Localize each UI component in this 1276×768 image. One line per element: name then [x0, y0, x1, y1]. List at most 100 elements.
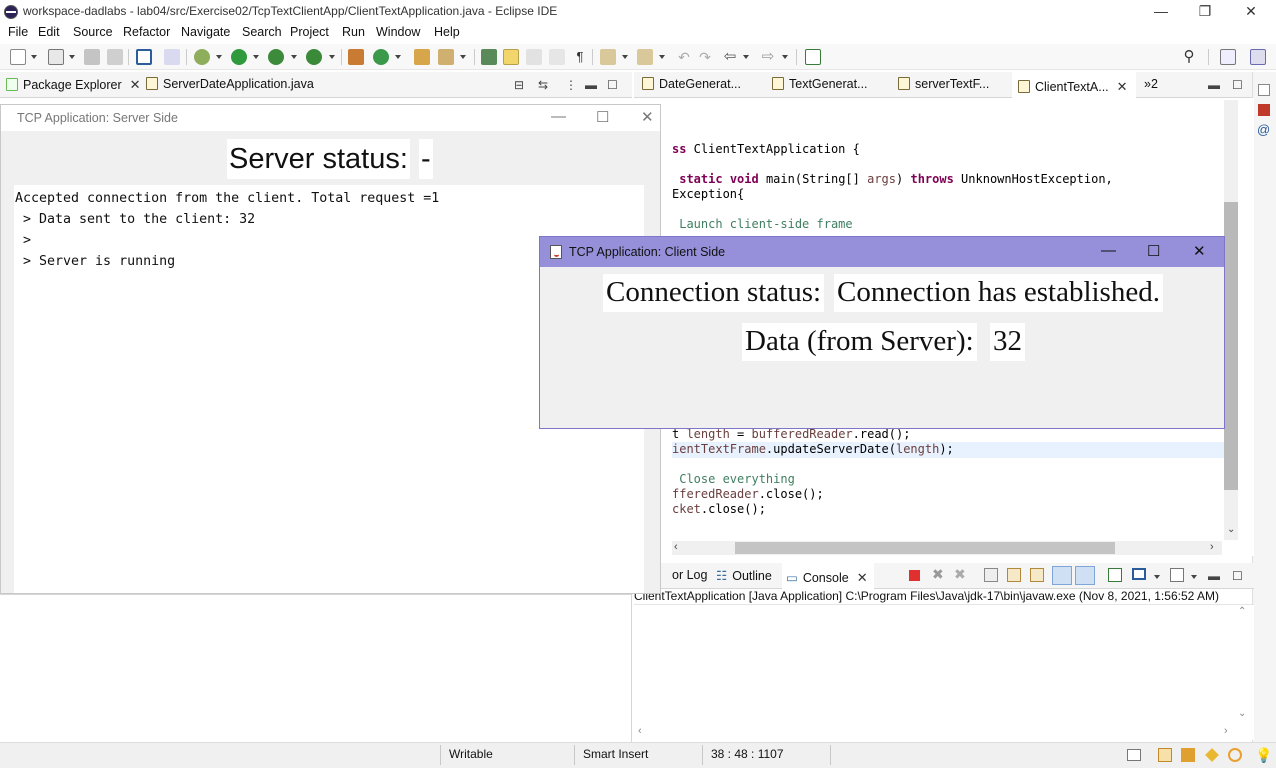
maximize-editor-icon[interactable]: ☐: [1232, 78, 1243, 92]
debug-icon[interactable]: [194, 49, 210, 65]
open-perspective-icon[interactable]: [1220, 49, 1236, 65]
display-console-dropdown-icon[interactable]: [1154, 575, 1160, 579]
remove-all-launches-icon[interactable]: ✖: [954, 566, 966, 583]
tutorial-icon[interactable]: [1181, 748, 1195, 762]
console-scroll-right-icon[interactable]: ›: [1224, 725, 1228, 737]
restore-button[interactable]: ❐: [1182, 0, 1228, 24]
show-on-stderr-icon[interactable]: [1075, 566, 1095, 585]
forward-icon[interactable]: ⇨: [760, 49, 776, 65]
back-icon[interactable]: ⇦: [722, 49, 738, 65]
scroll-right-icon[interactable]: ›: [1210, 541, 1214, 553]
minimize-console-icon[interactable]: ▬: [1208, 569, 1220, 583]
editor-vertical-scroll-thumb[interactable]: [1224, 202, 1238, 490]
tab-server-text-frame[interactable]: serverTextF...: [898, 72, 989, 98]
menu-edit[interactable]: Edit: [38, 25, 60, 39]
forward-dropdown-icon[interactable]: [782, 55, 788, 59]
menu-source[interactable]: Source: [73, 25, 113, 39]
tab-outline[interactable]: ☷ Outline: [716, 563, 772, 589]
next-annotation-dropdown-icon[interactable]: [622, 55, 628, 59]
search-icon[interactable]: ⚲: [1181, 49, 1197, 65]
search-dropdown-icon[interactable]: [460, 55, 466, 59]
save-all-icon[interactable]: [107, 49, 123, 65]
word-wrap-icon[interactable]: [549, 49, 565, 65]
debug-dropdown-icon[interactable]: [216, 55, 222, 59]
close-icon[interactable]: ✕: [1117, 79, 1128, 94]
client-minimize-button[interactable]: —: [1101, 242, 1116, 259]
scroll-lock-icon[interactable]: [1007, 568, 1021, 582]
menu-run[interactable]: Run: [342, 25, 365, 39]
menu-search[interactable]: Search: [242, 25, 282, 39]
block-selection-icon[interactable]: [526, 49, 542, 65]
minimize-button[interactable]: —: [1138, 0, 1184, 24]
clear-console-icon[interactable]: [984, 568, 998, 582]
new-class-icon[interactable]: [373, 49, 389, 65]
book-icon[interactable]: [1158, 748, 1172, 762]
new-java-project-icon[interactable]: [348, 49, 364, 65]
pin-console-icon[interactable]: [1108, 568, 1122, 582]
maximize-console-icon[interactable]: ☐: [1232, 569, 1243, 583]
editor-horizontal-scroll-thumb[interactable]: [735, 542, 1115, 554]
help-icon[interactable]: [1228, 748, 1242, 762]
console-scroll-left-icon[interactable]: ‹: [638, 725, 642, 737]
forward-edit-icon[interactable]: ↷: [697, 49, 713, 65]
open-dropdown-icon[interactable]: [69, 55, 75, 59]
menu-navigate[interactable]: Navigate: [181, 25, 230, 39]
console-scroll-down-icon[interactable]: ⌄: [1238, 708, 1246, 719]
close-icon[interactable]: ✕: [130, 77, 141, 92]
open-console-dropdown-icon[interactable]: [1191, 575, 1197, 579]
tab-error-log[interactable]: or Log: [672, 563, 707, 589]
tab-server-date-application[interactable]: ServerDateApplication.java: [146, 72, 314, 98]
java-perspective-icon[interactable]: [1250, 49, 1266, 65]
tab-client-text-application[interactable]: ClientTextA... ✕: [1012, 72, 1136, 98]
client-window-title-bar[interactable]: TCP Application: Client Side — ☐ ✕: [540, 237, 1224, 267]
display-console-icon[interactable]: [1132, 568, 1146, 580]
close-button[interactable]: ✕: [1228, 0, 1274, 24]
search-tool-icon[interactable]: [438, 49, 454, 65]
minimize-view-icon[interactable]: ▬: [585, 78, 597, 92]
menu-help[interactable]: Help: [434, 25, 460, 39]
skip-breakpoints-icon[interactable]: [164, 49, 180, 65]
javadoc-icon[interactable]: @: [1257, 122, 1270, 137]
tip-lightbulb-icon[interactable]: 💡: [1255, 747, 1272, 764]
tab-console[interactable]: ▭ Console ✕: [782, 563, 874, 589]
open-console-icon[interactable]: [1170, 568, 1184, 582]
back-dropdown-icon[interactable]: [743, 55, 749, 59]
coverage-icon[interactable]: [268, 49, 284, 65]
menu-refactor[interactable]: Refactor: [123, 25, 170, 39]
tab-date-generator[interactable]: DateGenerat...: [642, 72, 741, 98]
server-maximize-button[interactable]: ☐: [596, 108, 609, 126]
mark-occurrences-icon[interactable]: [503, 49, 519, 65]
word-wrap-console-icon[interactable]: [1030, 568, 1044, 582]
save-icon[interactable]: [84, 49, 100, 65]
show-on-stdout-icon[interactable]: [1052, 566, 1072, 585]
console-scroll-up-icon[interactable]: ⌃: [1238, 606, 1246, 617]
server-minimize-button[interactable]: —: [551, 108, 566, 125]
terminal-icon[interactable]: [136, 49, 152, 65]
wand-icon[interactable]: [1205, 748, 1219, 762]
task-list-icon[interactable]: [1258, 104, 1270, 116]
new-icon[interactable]: [10, 49, 26, 65]
run-dropdown-icon[interactable]: [253, 55, 259, 59]
show-whitespace-icon[interactable]: ¶: [572, 49, 588, 65]
menu-file[interactable]: File: [8, 25, 28, 39]
link-editor-icon[interactable]: ⇆: [538, 78, 548, 92]
restore-perspective-icon[interactable]: [1258, 84, 1270, 96]
close-icon[interactable]: ✕: [857, 570, 868, 585]
toggle-breadcrumb-icon[interactable]: [481, 49, 497, 65]
client-maximize-button[interactable]: ☐: [1147, 242, 1160, 260]
last-edit-location-icon[interactable]: ↶: [676, 49, 692, 65]
open-type-dialog-icon[interactable]: [414, 49, 430, 65]
server-close-button[interactable]: ✕: [641, 108, 654, 126]
maximize-view-icon[interactable]: ☐: [607, 78, 618, 92]
coverage-dropdown-icon[interactable]: [291, 55, 297, 59]
client-close-button[interactable]: ✕: [1193, 242, 1206, 260]
menu-project[interactable]: Project: [290, 25, 329, 39]
tasks-icon[interactable]: [1127, 749, 1141, 761]
tab-text-generator[interactable]: TextGenerat...: [772, 72, 868, 98]
console-output[interactable]: [634, 604, 1254, 740]
terminate-icon[interactable]: [909, 570, 920, 581]
view-menu-icon[interactable]: ⋮: [565, 78, 577, 92]
external-tools-dropdown-icon[interactable]: [329, 55, 335, 59]
open-type-icon[interactable]: [48, 49, 64, 65]
menu-window[interactable]: Window: [376, 25, 420, 39]
